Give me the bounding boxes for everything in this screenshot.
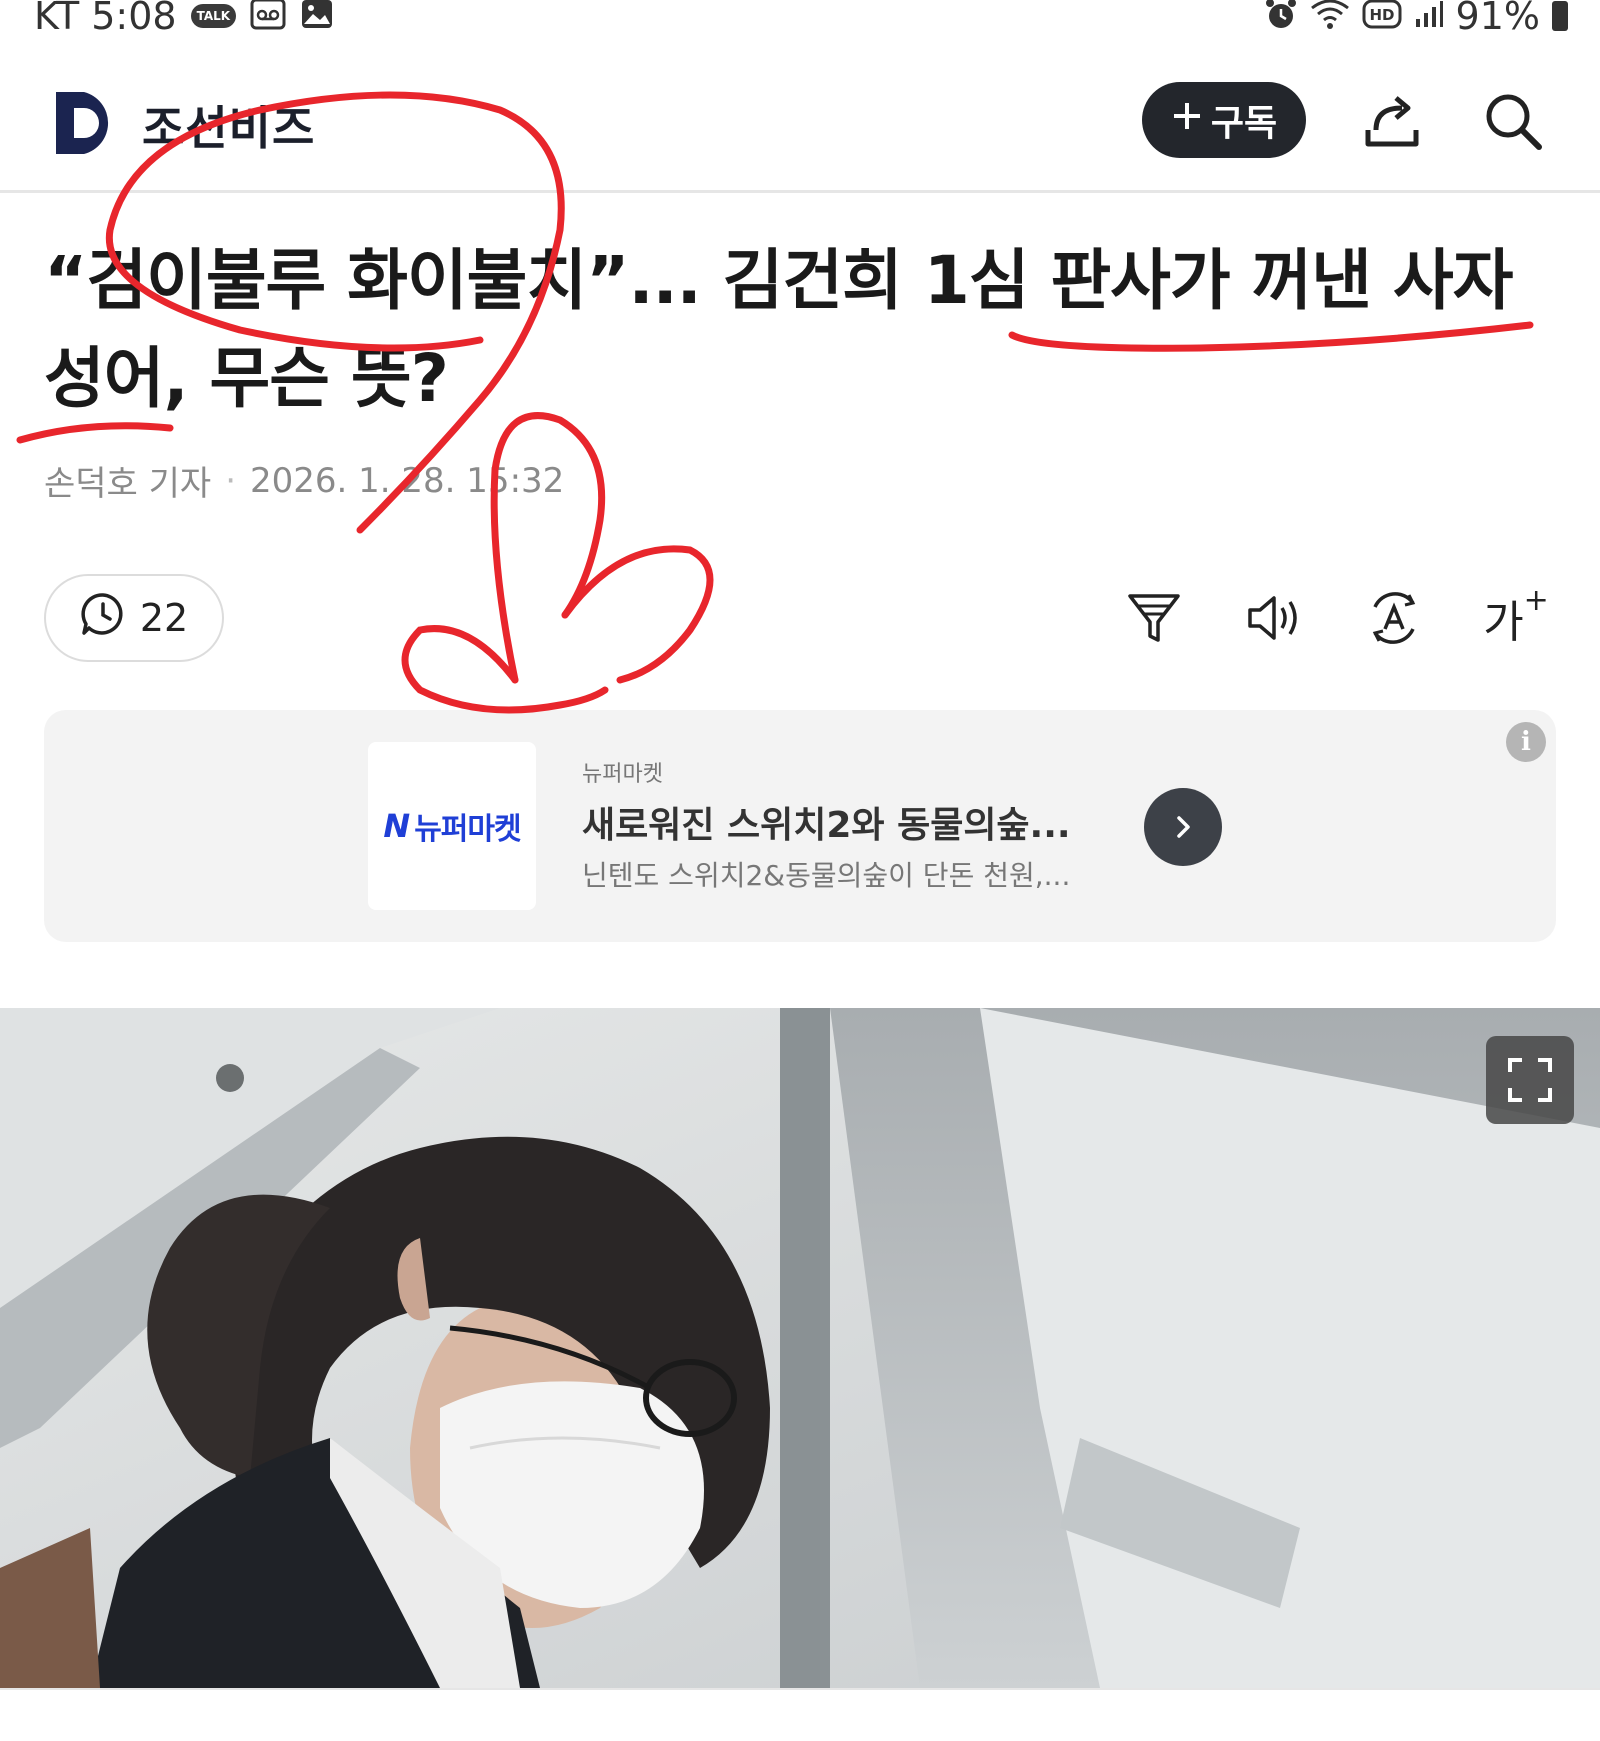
comment-icon [80,591,126,646]
subscribe-label: 구독 [1210,103,1278,144]
ad-logo[interactable]: N 뉴퍼마켓 [368,742,536,910]
svg-text:HD: HD [1369,6,1394,24]
article-photo[interactable] [0,1008,1600,1688]
comment-button[interactable]: 22 [44,574,224,662]
ad-description: 닌텐도 스위치2&동물의숲이 단돈 천원,... [582,859,1071,892]
font-size-icon[interactable]: 가 + [1480,582,1552,650]
author[interactable]: 손덕호 기자 [44,456,211,505]
publish-date: 2026. 1. 28. 15:32 [250,460,565,501]
status-bar: KT 5:08 TALK HD 91% [0,0,1600,40]
ad-banner[interactable]: N 뉴퍼마켓 뉴퍼마켓 새로워진 스위치2와 동물의숲... 닌텐도 스위치2&… [44,710,1556,942]
plus-superscript-icon: + [1523,582,1549,618]
wifi-icon [1310,0,1350,35]
fullscreen-button[interactable] [1486,1036,1574,1124]
expand-icon [1508,1058,1552,1102]
article-toolbar: 22 가 + [0,574,1600,664]
photo-illustration [0,1008,1600,1688]
speaker-icon[interactable] [1242,586,1306,650]
plus-icon [1171,100,1203,141]
filter-icon[interactable] [1122,586,1186,650]
signal-icon [1414,0,1444,34]
ad-go-button[interactable] [1144,788,1222,866]
gallery-icon [300,0,334,35]
battery-percent: 91% [1455,0,1540,38]
subscribe-button[interactable]: 구독 [1142,82,1306,158]
separator-dot: · [225,460,237,501]
alarm-icon [1264,0,1298,36]
ad-logo-text: 뉴퍼마켓 [414,812,521,847]
translate-icon[interactable] [1362,586,1426,650]
font-size-label: 가 [1483,597,1524,648]
newpermarket-n-icon: N [383,807,411,845]
share-icon[interactable] [1362,90,1424,156]
search-icon[interactable] [1482,90,1544,156]
article-headline: “검이불루 화이불치”... 김건희 1심 판사가 꺼낸 사자성어, 무슨 뜻? [44,242,1513,417]
kakaotalk-icon: TALK [190,4,237,28]
voicemail-icon [250,0,286,35]
hd-voice-icon: HD [1362,0,1402,34]
article-byline: 손덕호 기자 · 2026. 1. 28. 15:32 [44,456,564,505]
bottom-bar [0,1688,1600,1741]
battery-icon [1552,1,1568,31]
logo-text: 조선비즈 [142,101,316,155]
chosunbiz-logo[interactable] [54,90,120,160]
carrier-time: KT 5:08 [34,0,177,38]
ad-info-icon[interactable]: i [1506,722,1546,762]
comment-count: 22 [139,596,189,640]
ad-brand: 뉴퍼마켓 [582,762,663,787]
ad-title[interactable]: 새로워진 스위치2와 동물의숲... [582,796,1071,848]
chevron-right-icon [1177,816,1190,838]
app-bar: 조선비즈 구독 [0,60,1600,193]
